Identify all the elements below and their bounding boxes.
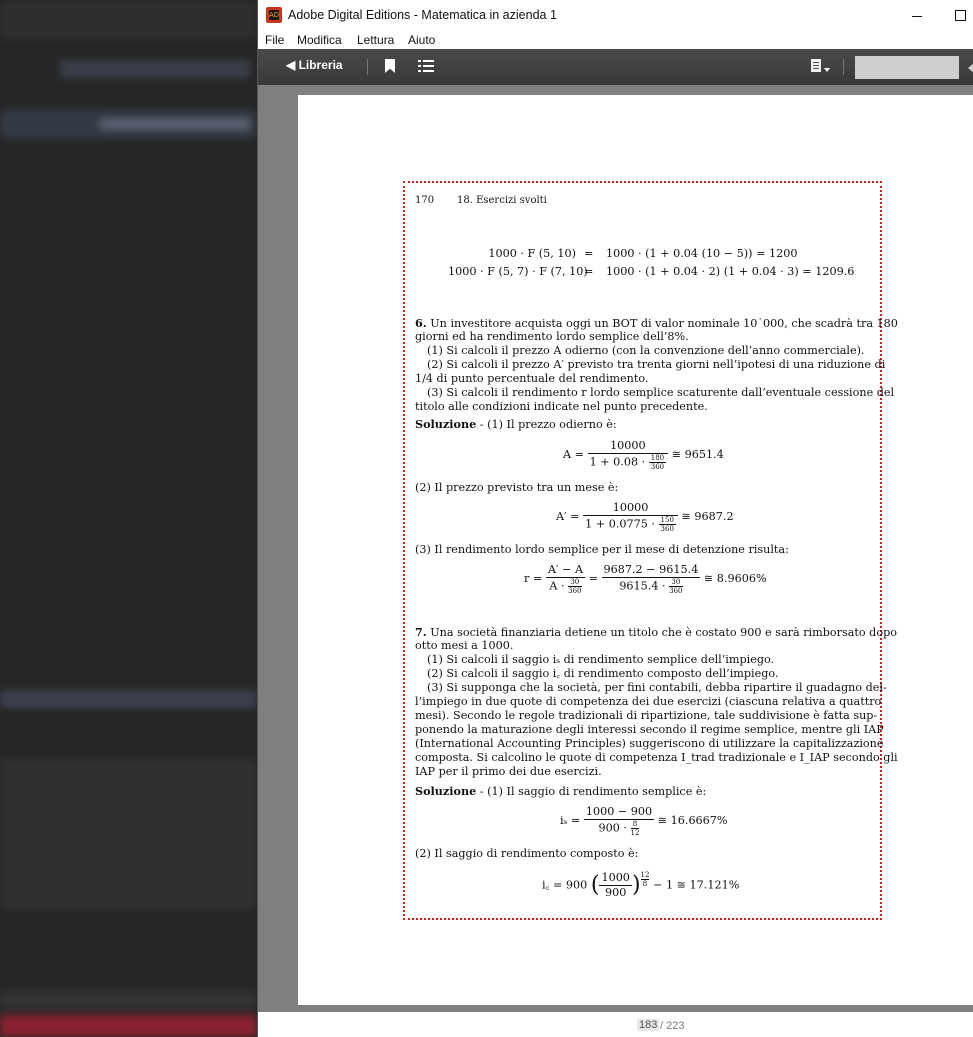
exercise-7-line: IAP per il primo dei due esercizi. — [415, 765, 602, 778]
menu-bar: File Modifica Lettura Aiuto — [258, 32, 973, 49]
toolbar-separator — [367, 59, 368, 75]
exercise-6-line: (3) Si calcoli il rendimento r lordo sem… — [427, 386, 895, 399]
equation-r: r = A′ − AA · 30 360 = 9687.2 − 9615.4 961… — [524, 563, 767, 595]
eq-top-rhs: 1000 · (1 + 0.04 (10 − 5)) = 1200 — [606, 247, 798, 260]
exercise-7-line: 7. Una società finanziaria detiene un ti… — [415, 625, 897, 639]
maximize-button[interactable] — [952, 6, 972, 26]
exercise-6-line: 1/4 di punto percentuale del rendimento. — [415, 372, 649, 385]
exercise-6-line: titolo alle condizioni indicate nel punt… — [415, 400, 708, 413]
exercise-7-line: ponendo la maturazione degli interessi s… — [415, 723, 884, 736]
exercise-7-line: (2) Si calcoli il saggio i꜀ di rendiment… — [427, 667, 779, 680]
equation-ic: i꜀ = 900 (1000 900) 12 8 − 1 ≅ 17.121% — [542, 871, 740, 899]
document-icon[interactable] — [811, 59, 821, 72]
solution-6-step3: (3) Il rendimento lordo semplice per il … — [415, 543, 789, 556]
solution-6-step2: (2) Il prezzo previsto tra un mese è: — [415, 481, 619, 494]
exercise-7-line: (3) Si supponga che la società, per fini… — [427, 681, 887, 694]
minimize-button[interactable] — [908, 6, 928, 26]
exercise-6-line: giorni ed ha rendimento lordo semplice d… — [415, 330, 689, 343]
eq-top-rel: = — [584, 247, 594, 260]
exercise-6-line: 6. Un investitore acquista oggi un BOT d… — [415, 316, 898, 330]
solution-7-step2: (2) Il saggio di rendimento composto è: — [415, 847, 639, 860]
exercise-7-line: composta. Si calcolino le quote di compe… — [415, 751, 898, 764]
chevron-down-icon[interactable] — [824, 68, 830, 72]
total-pages: / 223 — [660, 1020, 685, 1032]
app-icon: AD — [266, 7, 282, 23]
toolbar-separator — [843, 59, 844, 75]
exercise-7-line: mesi). Secondo le regole tradizionali di… — [415, 709, 878, 722]
status-bar: 183 / 223 — [258, 1012, 973, 1037]
reading-pane[interactable]: 170 18. Esercizi svolti 1000 · F (5, 10)… — [258, 85, 973, 1012]
eq-top-lhs: 1000 · F (5, 7) · F (7, 10) — [448, 265, 588, 278]
running-header: 18. Esercizi svolti — [457, 195, 547, 206]
eq-top-rhs: 1000 · (1 + 0.04 · 2) (1 + 0.04 · 3) = 1… — [606, 265, 855, 278]
window-title: Adobe Digital Editions - Matematica in a… — [288, 8, 557, 22]
exercise-7-line: (1) Si calcoli il saggio iₛ di rendiment… — [427, 653, 775, 666]
library-button[interactable]: ◀ Libreria — [286, 58, 343, 72]
bookmark-icon[interactable] — [385, 59, 395, 73]
title-bar: AD Adobe Digital Editions - Matematica i… — [258, 0, 973, 32]
solution-7-intro: Soluzione - (1) Il saggio di rendimento … — [415, 784, 707, 798]
collapse-arrow-icon[interactable] — [968, 63, 973, 73]
app-window: AD Adobe Digital Editions - Matematica i… — [257, 0, 973, 1037]
equation-A: A = 10000 1 + 0.08 · 180 360 ≅ 9651.4 — [563, 439, 724, 471]
toolbar: ◀ Libreria — [258, 49, 973, 86]
eq-top-rel: = — [584, 265, 594, 278]
solution-6-intro: Soluzione - (1) Il prezzo odierno è: — [415, 417, 617, 431]
menu-lettura[interactable]: Lettura — [357, 33, 394, 47]
menu-aiuto[interactable]: Aiuto — [408, 33, 435, 47]
search-input[interactable] — [855, 56, 959, 79]
menu-modifica[interactable]: Modifica — [297, 33, 342, 47]
exercise-6-line: (1) Si calcoli il prezzo A odierno (con … — [427, 344, 865, 357]
list-icon[interactable] — [418, 60, 434, 73]
exercise-7-line: l’impiego in due quote di competenza dei… — [415, 695, 882, 708]
eq-top-lhs: 1000 · F (5, 10) — [488, 247, 576, 260]
book-page: 170 18. Esercizi svolti 1000 · F (5, 10)… — [298, 95, 973, 1005]
page-number: 170 — [415, 195, 435, 206]
exercise-7-line: (International Accounting Principles) su… — [415, 737, 884, 750]
equation-A-prime: A′ = 10000 1 + 0.0775 · 150 360 ≅ 9687.2 — [556, 501, 734, 533]
current-page-input[interactable]: 183 — [637, 1019, 660, 1031]
exercise-6-line: (2) Si calcoli il prezzo A′ previsto tra… — [427, 358, 886, 371]
equation-is: iₛ = 1000 − 900 900 · 8 12 ≅ 16.6667% — [560, 805, 728, 837]
exercise-7-line: otto mesi a 1000. — [415, 639, 514, 652]
background-desktop — [0, 0, 257, 1037]
menu-file[interactable]: File — [265, 33, 284, 47]
